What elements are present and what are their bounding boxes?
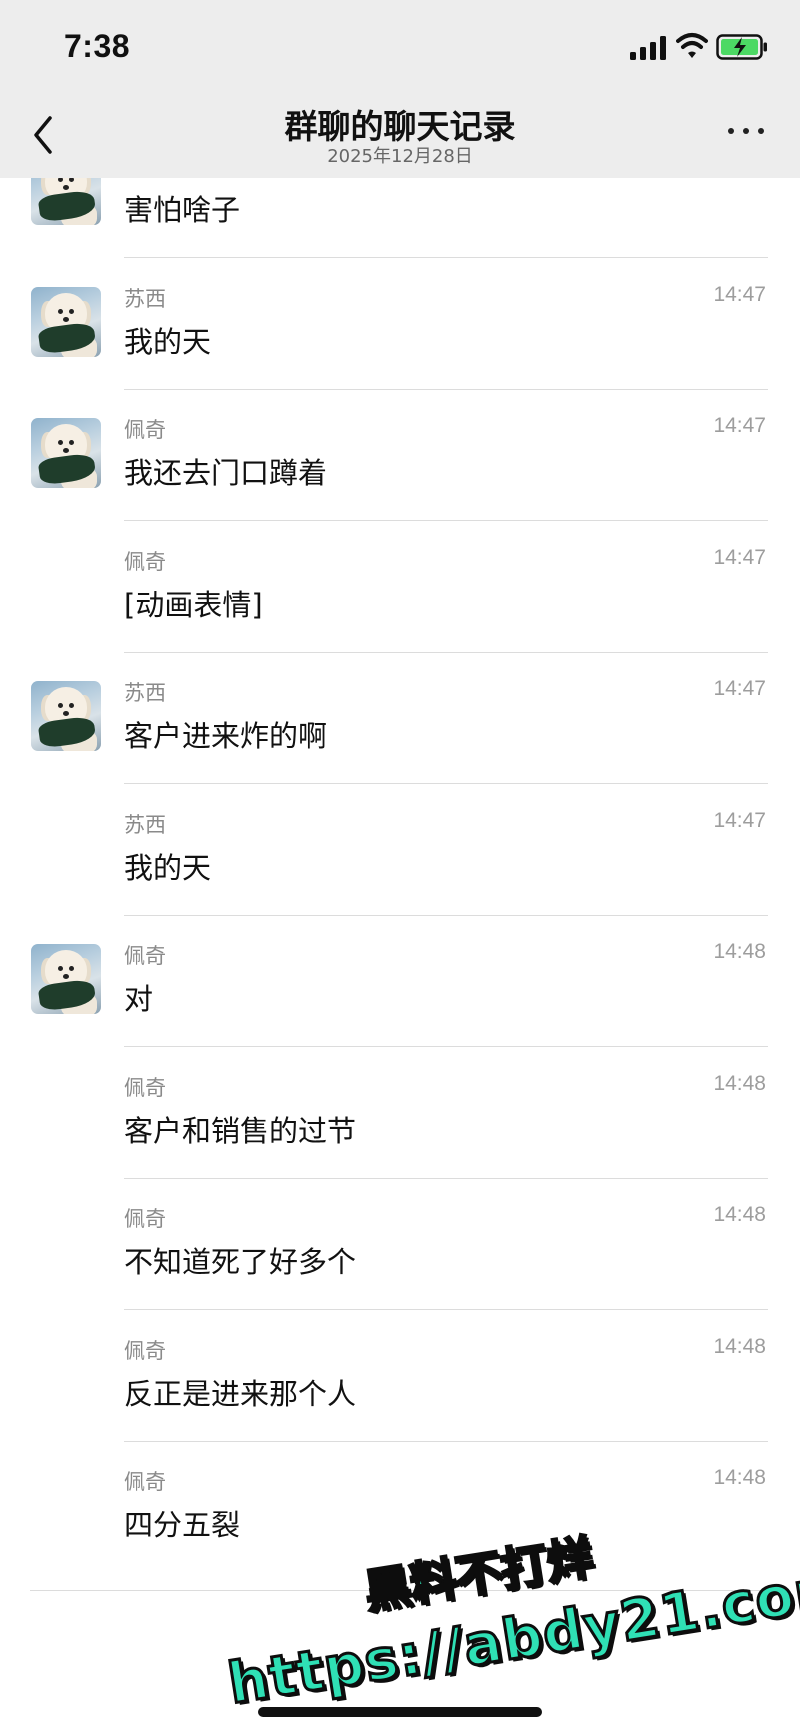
message-text: 我的天 — [124, 850, 212, 885]
message-sender: 苏西 — [124, 681, 166, 705]
message-item[interactable]: 佩奇 14:48 不知道死了好多个 — [0, 1179, 800, 1310]
message-sender: 佩奇 — [124, 1338, 166, 1363]
message-time: 14:48 — [713, 1466, 766, 1489]
message-item[interactable]: 苏西 14:47 我的天 — [0, 259, 800, 390]
status-time: 7:38 — [64, 28, 131, 64]
message-sender: 佩奇 — [124, 944, 166, 968]
message-item[interactable]: 佩奇 14:47 [动画表情] — [0, 522, 800, 653]
message-sender: 佩奇 — [124, 549, 166, 574]
message-item[interactable]: 佩奇 14:48 客户和销售的过节 — [0, 1048, 800, 1179]
message-sender: 佩奇 — [124, 418, 166, 442]
page-title: 群聊的聊天记录 — [284, 107, 516, 146]
message-text: 客户和销售的过节 — [124, 1113, 357, 1148]
battery-charging-icon — [716, 34, 767, 60]
message-text: [动画表情] — [124, 587, 263, 622]
message-sender: 苏西 — [124, 812, 166, 837]
message-text: 客户进来炸的啊 — [124, 719, 328, 753]
message-item[interactable]: 佩奇 14:48 反正是进来那个人 — [0, 1311, 800, 1442]
cellular-signal-icon — [630, 36, 666, 60]
message-text: 反正是进来那个人 — [124, 1376, 357, 1411]
message-sender: 佩奇 — [124, 1075, 166, 1100]
message-sender: 佩奇 — [124, 1207, 166, 1231]
home-indicator[interactable] — [258, 1707, 542, 1717]
message-time: 14:47 — [713, 282, 766, 306]
message-text: 不知道死了好多个 — [124, 1245, 357, 1279]
message-time: 14:48 — [713, 940, 766, 963]
message-text: 害怕啥子 — [124, 193, 241, 227]
message-time: 14:48 — [713, 1071, 766, 1095]
nav-header: 7:38 群聊的聊天记录 2025年12月28日 — [0, 0, 800, 178]
message-item[interactable]: 苏西 14:47 客户进来炸的啊 — [0, 653, 800, 784]
wifi-icon — [676, 33, 708, 58]
message-item[interactable]: 佩奇 14:47 我还去门口蹲着 — [0, 390, 800, 521]
page-subtitle-date: 2025年12月28日 — [327, 146, 473, 167]
avatar[interactable] — [31, 286, 101, 357]
message-time: 14:47 — [713, 677, 766, 700]
avatar[interactable] — [31, 944, 101, 1014]
avatar[interactable] — [31, 418, 101, 488]
message-time: 14:48 — [713, 1203, 766, 1226]
message-time: 14:48 — [713, 1334, 766, 1358]
message-text: 我还去门口蹲着 — [124, 456, 328, 490]
message-sender: 佩奇 — [124, 1470, 166, 1494]
message-text: 我的天 — [124, 324, 212, 359]
message-sender: 苏西 — [124, 286, 166, 311]
message-text: 对 — [124, 982, 154, 1016]
message-text: 四分五裂 — [124, 1508, 241, 1542]
message-item[interactable]: 佩奇 14:48 对 — [0, 916, 800, 1047]
avatar[interactable] — [31, 681, 101, 751]
message-time: 14:47 — [713, 545, 766, 569]
message-item[interactable]: 苏西 14:47 我的天 — [0, 785, 800, 916]
message-time: 14:47 — [713, 808, 766, 832]
more-options-icon[interactable] — [724, 118, 768, 142]
message-time: 14:47 — [713, 414, 766, 437]
